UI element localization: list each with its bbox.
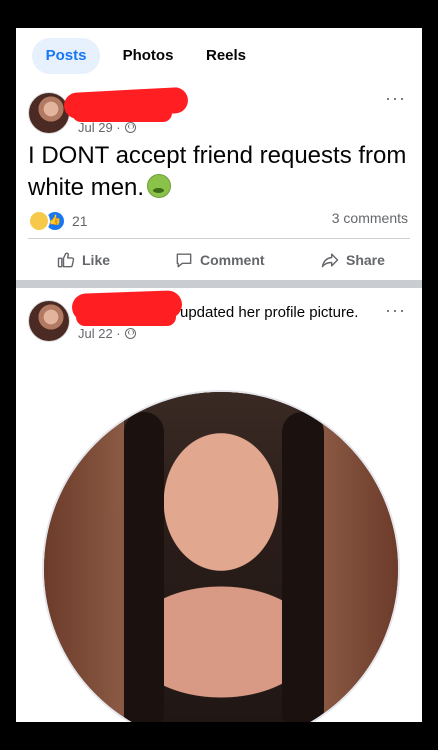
comment-label: Comment: [200, 252, 265, 268]
post-actions: Like Comment Share: [16, 240, 422, 280]
reaction-count: 21: [72, 213, 88, 229]
post-message: I DONT accept friend requests from white…: [28, 142, 407, 201]
share-icon: [321, 253, 339, 268]
comment-button[interactable]: Comment: [174, 250, 265, 270]
tab-posts[interactable]: Posts: [32, 38, 100, 74]
post-timestamp[interactable]: Jul 22 ·: [78, 326, 136, 341]
post-action-text: updated her profile picture.: [180, 304, 359, 321]
post-separator: [16, 280, 422, 288]
divider: [28, 238, 410, 239]
share-label: Share: [346, 252, 385, 268]
comment-icon: [176, 253, 192, 268]
tab-photos[interactable]: Photos: [112, 38, 184, 74]
share-button[interactable]: Share: [320, 250, 385, 270]
avatar[interactable]: [28, 300, 70, 342]
profile-tabs: Posts Photos Reels: [16, 28, 422, 84]
haha-reaction-icon: [28, 210, 50, 232]
post-text: I DONT accept friend requests from white…: [28, 140, 413, 204]
post-timestamp[interactable]: Jul 29 ·: [78, 120, 136, 135]
globe-icon: [124, 122, 136, 133]
tab-reels[interactable]: Reels: [198, 38, 254, 74]
more-options-button[interactable]: ···: [385, 300, 406, 321]
more-options-button[interactable]: ···: [385, 88, 406, 109]
redaction-mark: [76, 308, 176, 326]
profile-picture[interactable]: [42, 390, 400, 722]
globe-icon: [124, 328, 136, 339]
photo-detail: [282, 412, 324, 722]
avatar[interactable]: [28, 92, 70, 134]
photo-detail: [124, 412, 164, 722]
post-date: Jul 22 ·: [78, 326, 121, 341]
nauseated-face-icon: [147, 174, 172, 198]
reactions-summary[interactable]: 👍 21: [28, 210, 88, 232]
thumbs-up-icon: [57, 252, 75, 268]
post-date: Jul 29 ·: [78, 120, 121, 135]
like-label: Like: [82, 252, 111, 268]
profile-feed: Posts Photos Reels Jul 29 · ··· I DONT a…: [16, 28, 422, 722]
comments-count[interactable]: 3 comments: [332, 210, 408, 226]
like-button[interactable]: Like: [56, 250, 110, 270]
